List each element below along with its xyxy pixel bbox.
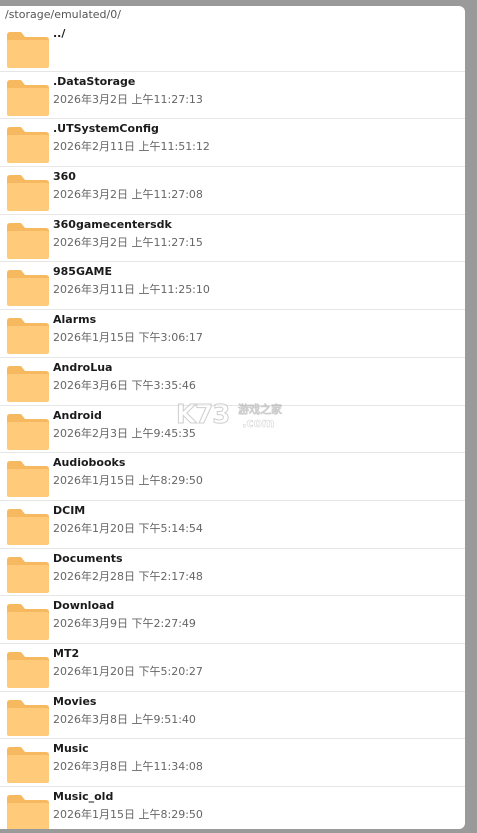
file-name: DCIM: [53, 503, 86, 517]
file-list-item[interactable]: .DataStorage 2026年3月2日 上午11:27:13: [0, 72, 465, 120]
file-name: Audiobooks: [53, 456, 126, 470]
file-modified-date: 2026年3月11日 上午11:25:10: [53, 283, 210, 297]
file-name: ../: [53, 27, 66, 40]
file-modified-date: 2026年3月2日 上午11:27:13: [53, 92, 203, 106]
current-path[interactable]: /storage/emulated/0/: [0, 6, 465, 24]
file-modified-date: 2026年3月8日 上午11:34:08: [53, 760, 203, 774]
file-modified-date: 2026年1月15日 上午8:29:50: [53, 474, 203, 488]
file-modified-date: 2026年2月28日 下午2:17:48: [53, 569, 203, 583]
folder-icon: [6, 651, 50, 689]
file-name: Alarms: [53, 313, 97, 327]
file-list-item[interactable]: Audiobooks 2026年1月15日 上午8:29:50: [0, 453, 465, 501]
file-modified-date: 2026年3月6日 下午3:35:46: [53, 378, 196, 392]
file-list-item[interactable]: Music 2026年3月8日 上午11:34:08: [0, 739, 465, 787]
file-name: .DataStorage: [53, 74, 136, 88]
file-modified-date: 2026年3月2日 上午11:27:08: [53, 188, 203, 202]
folder-icon: [6, 556, 50, 594]
folder-icon: [6, 79, 50, 117]
file-list-item[interactable]: MT2 2026年1月20日 下午5:20:27: [0, 644, 465, 692]
folder-icon: [6, 794, 50, 829]
file-list-item[interactable]: 360 2026年3月2日 上午11:27:08: [0, 167, 465, 215]
file-modified-date: 2026年1月15日 上午8:29:50: [53, 808, 203, 821]
folder-icon: [6, 174, 50, 212]
file-list-item[interactable]: 985GAME 2026年3月11日 上午11:25:10: [0, 262, 465, 311]
folder-icon: [6, 365, 50, 403]
folder-icon: [6, 746, 50, 784]
folder-icon: [6, 413, 50, 451]
file-list-item[interactable]: DCIM 2026年1月20日 下午5:14:54: [0, 501, 465, 549]
folder-icon: [6, 269, 50, 307]
file-list-item[interactable]: Documents 2026年2月28日 下午2:17:48: [0, 549, 465, 597]
file-modified-date: 2026年2月11日 上午11:51:12: [53, 140, 210, 154]
file-list: ../ .DataStorage 2026年3月2日 上午11:27:13 .UTSy…: [0, 24, 465, 829]
file-list-item[interactable]: Android 2026年2月3日 上午9:45:35: [0, 406, 465, 454]
file-name: Android: [53, 408, 102, 422]
folder-icon: [6, 126, 50, 164]
file-modified-date: 2026年3月9日 下午2:27:49: [53, 617, 196, 631]
file-name: MT2: [53, 646, 80, 660]
file-modified-date: 2026年1月20日 下午5:14:54: [53, 521, 203, 535]
file-name: 360gamecentersdk: [53, 217, 172, 231]
folder-icon: [6, 317, 50, 355]
file-name: Documents: [53, 551, 123, 565]
folder-icon: [6, 460, 50, 498]
file-list-item[interactable]: Download 2026年3月9日 下午2:27:49: [0, 596, 465, 644]
file-list-item[interactable]: 360gamecentersdk 2026年3月2日 上午11:27:15: [0, 215, 465, 263]
file-list-item[interactable]: Movies 2026年3月8日 上午9:51:40: [0, 692, 465, 740]
folder-icon: [6, 699, 50, 737]
file-list-item[interactable]: ../: [0, 24, 465, 72]
file-name: 985GAME: [53, 265, 112, 279]
file-name: Music: [53, 742, 89, 756]
file-name: Music_old: [53, 790, 114, 803]
folder-icon: [6, 508, 50, 546]
file-modified-date: 2026年1月15日 下午3:06:17: [53, 331, 203, 345]
file-name: Movies: [53, 694, 97, 708]
file-list-item[interactable]: Music_old 2026年1月15日 上午8:29:50: [0, 787, 465, 829]
file-modified-date: 2026年3月8日 上午9:51:40: [53, 712, 196, 726]
file-list-item[interactable]: AndroLua 2026年3月6日 下午3:35:46: [0, 358, 465, 406]
file-modified-date: 2026年3月2日 上午11:27:15: [53, 235, 203, 249]
file-list-item[interactable]: .UTSystemConfig 2026年2月11日 上午11:51:12: [0, 119, 465, 168]
folder-icon: [6, 603, 50, 641]
file-modified-date: 2026年1月20日 下午5:20:27: [53, 664, 203, 678]
file-browser-panel: /storage/emulated/0/ ../ .DataStorage 2026…: [0, 6, 465, 829]
file-name: .UTSystemConfig: [53, 122, 159, 136]
folder-icon: [6, 222, 50, 260]
folder-icon: [6, 31, 50, 69]
file-name: AndroLua: [53, 360, 113, 374]
file-modified-date: 2026年2月3日 上午9:45:35: [53, 426, 196, 440]
file-name: Download: [53, 599, 115, 613]
file-name: 360: [53, 170, 76, 184]
file-list-item[interactable]: Alarms 2026年1月15日 下午3:06:17: [0, 310, 465, 358]
